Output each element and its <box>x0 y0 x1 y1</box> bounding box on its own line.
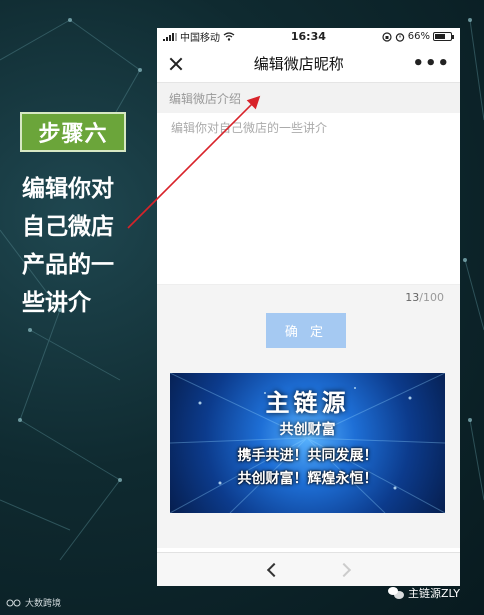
confirm-button[interactable]: 确 定 <box>266 313 346 348</box>
char-counter: 13/100 <box>405 291 444 304</box>
wechat-icon <box>388 586 404 600</box>
rotation-lock-icon <box>382 31 392 42</box>
title-bar: 编辑微店昵称 ••• <box>157 45 460 83</box>
section-label: 编辑微店介绍 <box>157 83 460 113</box>
char-count-current: 13 <box>405 291 420 304</box>
step-description: 编辑你对自己微店产品的一些讲介 <box>22 176 114 316</box>
brand-left: 大数跨境 <box>6 596 61 609</box>
back-icon[interactable] <box>266 562 281 577</box>
brand-logo-icon <box>6 599 21 606</box>
close-icon[interactable] <box>167 55 185 73</box>
brand-right: 主链源ZLY <box>388 585 460 601</box>
browser-nav-bar <box>157 552 460 586</box>
status-bar: 中国移动 16:34 66% <box>157 28 460 45</box>
char-count-max: /100 <box>419 291 444 304</box>
step-badge: 步骤六 <box>20 112 126 152</box>
textarea-placeholder: 编辑你对自己微店的一些讲介 <box>171 121 328 135</box>
brand-left-label: 大数跨境 <box>25 599 62 609</box>
description-textarea[interactable]: 编辑你对自己微店的一些讲介 <box>157 113 460 285</box>
signal-icon <box>163 32 177 41</box>
banner-line-2: 共创财富 <box>279 422 336 438</box>
promo-banner[interactable]: 主链源 共创财富 携手共进！共同发展！ 共创财富！辉煌永恒！ <box>170 373 445 513</box>
brand-right-label: 主链源ZLY <box>408 587 460 600</box>
alarm-icon <box>395 32 404 42</box>
carrier-label: 中国移动 <box>180 33 220 44</box>
battery-icon <box>433 32 454 41</box>
phone-screen: 中国移动 16:34 66% 编辑微店昵称 ••• 编辑微店介绍 编辑你对自己微… <box>157 28 460 586</box>
clock: 16:34 <box>290 30 326 43</box>
wifi-icon <box>223 32 235 41</box>
form-footer: 13/100 确 定 主链源 共创财富 携手共进！共同发展！ 共创财富！辉煌永恒… <box>157 285 460 548</box>
banner-line-1: 主链源 <box>265 389 350 417</box>
banner-line-3: 携手共进！共同发展！ <box>237 448 378 464</box>
banner-line-4: 共创财富！辉煌永恒！ <box>237 471 378 487</box>
more-options-icon[interactable]: ••• <box>412 53 450 74</box>
forward-icon[interactable] <box>336 562 351 577</box>
battery-percent: 66% <box>407 31 430 42</box>
page-title: 编辑微店昵称 <box>253 55 344 73</box>
